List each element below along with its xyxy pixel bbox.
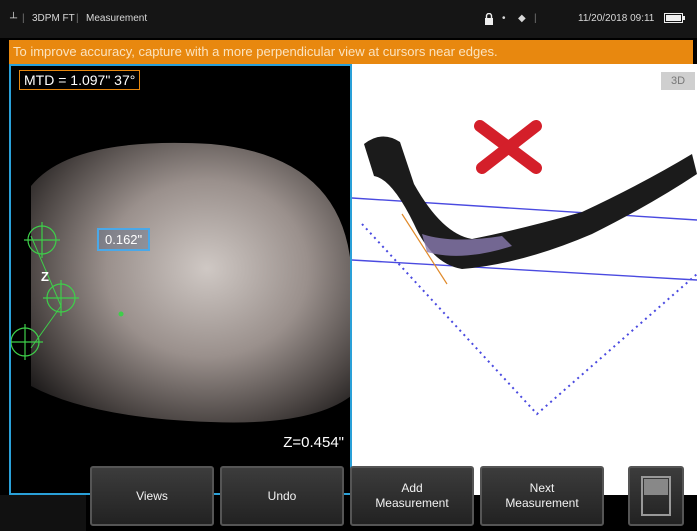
mtd-readout: MTD = 1.097" 37° [19, 70, 141, 90]
app-label: 3DPM FT [32, 13, 75, 24]
display-toggle-button[interactable] [628, 466, 684, 526]
status-bar: ┴ | 3DPM FT | Measurement • ◆ | 11/20/20… [0, 0, 697, 38]
split-screen-icon [641, 476, 671, 516]
wifi-icon: ◆ [518, 13, 526, 24]
view-mode-badge[interactable]: 3D [661, 72, 695, 90]
views-button[interactable]: Views [90, 466, 214, 526]
datetime: 11/20/2018 09:11 [578, 13, 655, 24]
point-cloud-view[interactable]: 3D [352, 64, 697, 495]
surface-shape [364, 136, 697, 269]
inspection-image [11, 66, 350, 493]
battery-icon [664, 12, 686, 27]
undo-button[interactable]: Undo [220, 466, 344, 526]
depth-label[interactable]: 0.162" [97, 228, 151, 251]
z-readout: Z=0.454" [283, 434, 344, 451]
divider: | [76, 13, 79, 24]
probe-icon: ┴ [10, 13, 18, 24]
lock-icon [484, 12, 494, 28]
accuracy-warning-banner: To improve accuracy, capture with a more… [9, 40, 693, 64]
add-measurement-button[interactable]: Add Measurement [350, 466, 474, 526]
bluetooth-icon: • [502, 13, 506, 24]
divider: | [534, 13, 537, 24]
z-marker: Z [41, 269, 49, 284]
point-cloud [352, 120, 697, 416]
mode-label: Measurement [86, 13, 148, 24]
soft-key-toolbar: Views Undo Add Measurement Next Measurem… [0, 460, 697, 531]
next-measurement-button[interactable]: Next Measurement [480, 466, 604, 526]
cursor-point [118, 311, 124, 317]
divider: | [22, 13, 25, 24]
image-view[interactable]: MTD = 1.097" 37° 0.162" Z Z=0.454" [9, 64, 352, 495]
error-x-icon [474, 120, 542, 174]
reference-line [352, 259, 697, 281]
